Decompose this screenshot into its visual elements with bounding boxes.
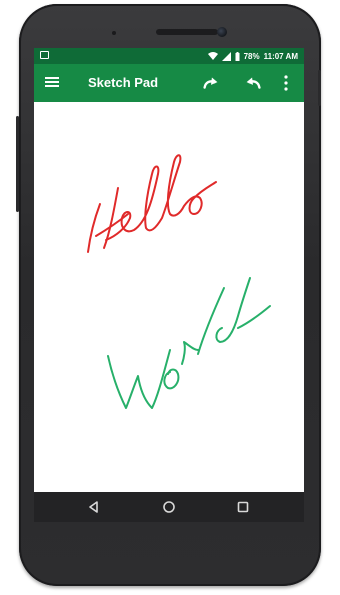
system-nav-bar — [34, 492, 304, 522]
home-circle-icon[interactable] — [160, 498, 178, 516]
battery-icon — [235, 51, 240, 61]
battery-percent: 78% — [243, 51, 260, 61]
status-bar: 78% 11:07 AM — [34, 48, 304, 64]
redo-icon[interactable] — [200, 72, 222, 94]
more-vertical-icon[interactable] — [279, 72, 293, 94]
earpiece-speaker — [156, 29, 218, 35]
front-camera — [217, 27, 227, 37]
sketch-layer — [87, 154, 271, 409]
notification-image-icon — [40, 51, 49, 59]
wifi-icon — [207, 52, 218, 60]
drawing-canvas[interactable] — [34, 102, 304, 522]
back-triangle-icon[interactable] — [85, 498, 103, 516]
hamburger-menu-icon[interactable] — [44, 75, 60, 91]
clock: 11:07 AM — [263, 51, 298, 61]
recents-square-icon[interactable] — [234, 498, 252, 516]
power-button — [16, 116, 19, 212]
red-stroke-hello — [87, 154, 217, 253]
page: 78% 11:07 AM Sketch Pad — [0, 0, 340, 595]
app-toolbar: Sketch Pad — [34, 64, 304, 102]
screen: 78% 11:07 AM Sketch Pad — [34, 48, 304, 522]
green-stroke-world — [107, 277, 271, 409]
cell-signal-icon — [221, 51, 231, 61]
undo-icon[interactable] — [242, 72, 264, 94]
status-icons: 78% 11:07 AM — [207, 51, 298, 61]
app-title: Sketch Pad — [88, 75, 159, 90]
proximity-sensor — [112, 31, 116, 35]
phone-chin — [34, 522, 304, 562]
volume-button — [318, 70, 321, 106]
